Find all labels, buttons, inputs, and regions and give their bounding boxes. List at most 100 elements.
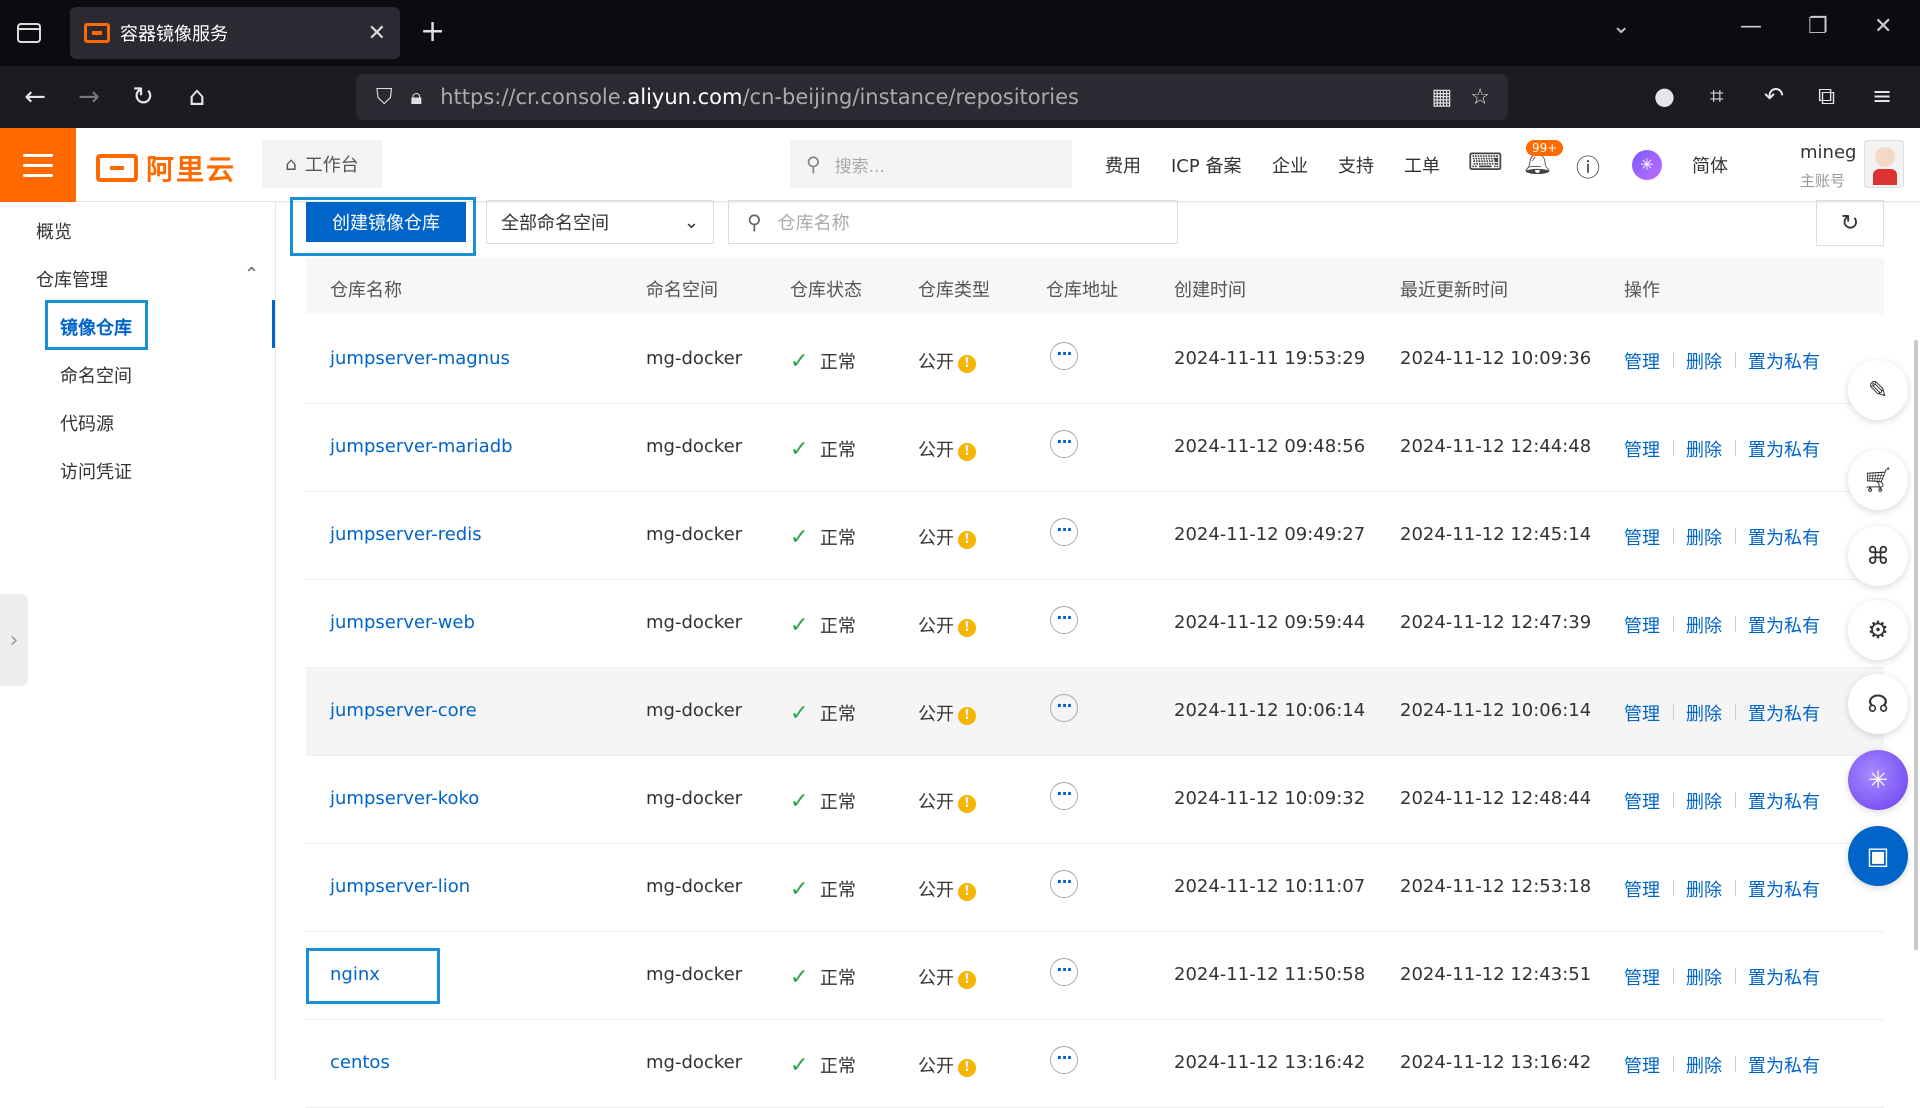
warning-icon[interactable]: ! bbox=[958, 531, 976, 549]
repo-name-search-input[interactable]: ⚲ 仓库名称 bbox=[728, 200, 1178, 244]
warning-icon[interactable]: ! bbox=[958, 355, 976, 373]
more-address-icon[interactable]: ··· bbox=[1050, 606, 1078, 634]
repo-name-link[interactable]: jumpserver-redis bbox=[330, 524, 482, 545]
delete-link[interactable]: 删除 bbox=[1686, 348, 1722, 374]
namespace-select[interactable]: 全部命名空间 ⌄ bbox=[486, 200, 714, 244]
workbench-button[interactable]: ⌂ 工作台 bbox=[262, 140, 382, 188]
set-private-link[interactable]: 置为私有 bbox=[1748, 700, 1820, 726]
set-private-link[interactable]: 置为私有 bbox=[1748, 436, 1820, 462]
nav-enterprise[interactable]: 企业 bbox=[1272, 152, 1308, 178]
ai-assistant-icon[interactable]: ✳ bbox=[1632, 150, 1662, 180]
sidebar-group-repo-management[interactable]: 仓库管理 bbox=[36, 266, 108, 292]
warning-icon[interactable]: ! bbox=[958, 883, 976, 901]
tab-overview-icon[interactable] bbox=[14, 18, 46, 50]
reload-icon[interactable]: ↻ bbox=[128, 82, 158, 112]
warning-icon[interactable]: ! bbox=[958, 619, 976, 637]
more-address-icon[interactable]: ··· bbox=[1050, 518, 1078, 546]
set-private-link[interactable]: 置为私有 bbox=[1748, 348, 1820, 374]
warning-icon[interactable]: ! bbox=[958, 795, 976, 813]
manage-link[interactable]: 管理 bbox=[1624, 436, 1660, 462]
set-private-link[interactable]: 置为私有 bbox=[1748, 1052, 1820, 1078]
ai-star-icon[interactable]: ✳ bbox=[1848, 750, 1908, 810]
nav-icp[interactable]: ICP 备案 bbox=[1171, 152, 1241, 178]
customer-service-icon[interactable]: ☊ bbox=[1848, 674, 1908, 734]
manage-link[interactable]: 管理 bbox=[1624, 700, 1660, 726]
browser-menu-icon[interactable]: ≡ bbox=[1872, 82, 1892, 110]
help-icon[interactable]: ⓘ bbox=[1576, 148, 1600, 183]
more-address-icon[interactable]: ··· bbox=[1050, 430, 1078, 458]
more-address-icon[interactable]: ··· bbox=[1050, 694, 1078, 722]
set-private-link[interactable]: 置为私有 bbox=[1748, 612, 1820, 638]
page-scrollbar[interactable] bbox=[1914, 340, 1918, 950]
repo-name-link[interactable]: jumpserver-core bbox=[330, 700, 477, 721]
delete-link[interactable]: 删除 bbox=[1686, 524, 1722, 550]
sidebar-item-namespace[interactable]: 命名空间 bbox=[60, 362, 132, 388]
delete-link[interactable]: 删除 bbox=[1686, 612, 1722, 638]
cart-icon[interactable]: 🛒︎ bbox=[1848, 450, 1908, 510]
sidebar-item-overview[interactable]: 概览 bbox=[36, 218, 72, 244]
browser-tab[interactable]: 容器镜像服务 ✕ bbox=[70, 7, 400, 59]
repo-name-link[interactable]: jumpserver-lion bbox=[330, 876, 470, 897]
language-switch[interactable]: 简体 bbox=[1692, 152, 1728, 178]
settings-gear-icon[interactable]: ⚙ bbox=[1848, 600, 1908, 660]
repo-name-link[interactable]: jumpserver-web bbox=[330, 612, 475, 633]
undo-icon[interactable]: ↶ bbox=[1764, 82, 1784, 110]
set-private-link[interactable]: 置为私有 bbox=[1748, 964, 1820, 990]
apps-grid-icon[interactable]: ▣ bbox=[1848, 826, 1908, 886]
nav-fee[interactable]: 费用 bbox=[1105, 152, 1141, 178]
warning-icon[interactable]: ! bbox=[958, 707, 976, 725]
sidebar-item-access-credential[interactable]: 访问凭证 bbox=[60, 458, 132, 484]
warning-icon[interactable]: ! bbox=[958, 443, 976, 461]
nav-ticket[interactable]: 工单 bbox=[1404, 152, 1440, 178]
aliyun-logo[interactable]: 阿里云 bbox=[96, 148, 236, 188]
minimize-icon[interactable]: — bbox=[1740, 14, 1762, 39]
manage-link[interactable]: 管理 bbox=[1624, 524, 1660, 550]
manage-link[interactable]: 管理 bbox=[1624, 964, 1660, 990]
delete-link[interactable]: 删除 bbox=[1686, 788, 1722, 814]
more-address-icon[interactable]: ··· bbox=[1050, 342, 1078, 370]
delete-link[interactable]: 删除 bbox=[1686, 1052, 1722, 1078]
new-tab-icon[interactable]: + bbox=[420, 14, 445, 49]
extension-avatar-icon[interactable]: ● bbox=[1654, 82, 1675, 110]
manage-link[interactable]: 管理 bbox=[1624, 348, 1660, 374]
manage-link[interactable]: 管理 bbox=[1624, 612, 1660, 638]
delete-link[interactable]: 删除 bbox=[1686, 436, 1722, 462]
tab-close-icon[interactable]: ✕ bbox=[368, 21, 386, 46]
set-private-link[interactable]: 置为私有 bbox=[1748, 876, 1820, 902]
shield-icon[interactable]: ⛉ bbox=[376, 85, 393, 110]
global-search-input[interactable]: ⚲ 搜索... bbox=[790, 140, 1072, 188]
extensions-icon[interactable]: ⧉ bbox=[1818, 82, 1835, 110]
more-address-icon[interactable]: ··· bbox=[1050, 1046, 1078, 1074]
set-private-link[interactable]: 置为私有 bbox=[1748, 524, 1820, 550]
warning-icon[interactable]: ! bbox=[958, 1059, 976, 1077]
restore-icon[interactable]: ❐ bbox=[1808, 14, 1828, 39]
chevron-up-icon[interactable]: ⌃ bbox=[244, 264, 259, 285]
bookmark-star-icon[interactable]: ☆ bbox=[1470, 85, 1490, 110]
repo-name-link[interactable]: centos bbox=[330, 1052, 390, 1073]
user-name[interactable]: mineg bbox=[1800, 142, 1856, 163]
terminal-icon[interactable]: ⌨ bbox=[1468, 148, 1503, 176]
crop-icon[interactable]: ⌗ bbox=[1710, 82, 1724, 110]
back-icon[interactable]: ← bbox=[20, 82, 50, 112]
sidebar-expand-chevron-icon[interactable]: › bbox=[0, 594, 28, 686]
manage-link[interactable]: 管理 bbox=[1624, 876, 1660, 902]
lock-icon[interactable]: 🔒︎ bbox=[411, 85, 423, 110]
warning-icon[interactable]: ! bbox=[958, 971, 976, 989]
home-icon[interactable]: ⌂ bbox=[182, 82, 212, 112]
address-bar[interactable]: ⛉ 🔒︎ https://cr.console.aliyun.com/cn-be… bbox=[356, 74, 1508, 120]
tab-list-chevron-icon[interactable]: ⌄ bbox=[1612, 14, 1630, 39]
delete-link[interactable]: 删除 bbox=[1686, 964, 1722, 990]
qr-code-icon[interactable]: ▦ bbox=[1431, 85, 1452, 110]
refresh-icon[interactable]: ↻ bbox=[1816, 200, 1884, 246]
delete-link[interactable]: 删除 bbox=[1686, 700, 1722, 726]
manage-link[interactable]: 管理 bbox=[1624, 788, 1660, 814]
delete-link[interactable]: 删除 bbox=[1686, 876, 1722, 902]
manage-link[interactable]: 管理 bbox=[1624, 1052, 1660, 1078]
avatar[interactable] bbox=[1864, 140, 1904, 188]
nav-support[interactable]: 支持 bbox=[1338, 152, 1374, 178]
close-window-icon[interactable]: ✕ bbox=[1874, 14, 1892, 39]
menu-hamburger-icon[interactable] bbox=[0, 128, 76, 202]
set-private-link[interactable]: 置为私有 bbox=[1748, 788, 1820, 814]
more-address-icon[interactable]: ··· bbox=[1050, 958, 1078, 986]
more-address-icon[interactable]: ··· bbox=[1050, 870, 1078, 898]
